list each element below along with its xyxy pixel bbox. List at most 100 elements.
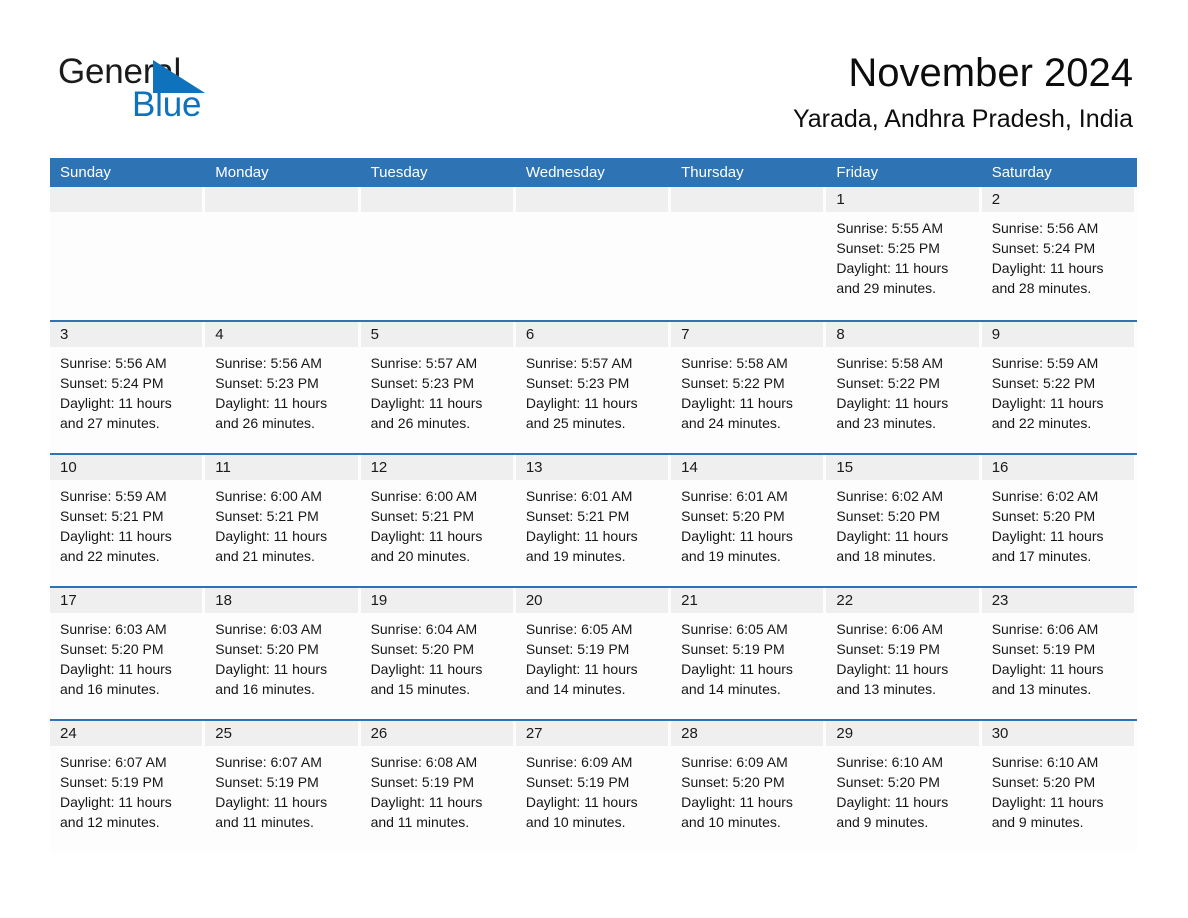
sunset-time: Sunset: 5:20 PM bbox=[991, 508, 1096, 524]
day-cell-30[interactable]: 30 Sunrise: 6:10 AM Sunset: 5:20 PM Dayligh… bbox=[981, 721, 1137, 852]
day-cell-empty bbox=[205, 187, 361, 320]
day-details: Sunrise: 6:10 AM Sunset: 5:20 PM Daylight:… bbox=[982, 746, 1134, 832]
sunset-time: Sunset: 5:19 PM bbox=[525, 774, 630, 790]
daylight-duration-line-2: and 22 minutes. bbox=[991, 415, 1092, 431]
day-cell-4[interactable]: 4 Sunrise: 5:56 AM Sunset: 5:23 PM Daylight… bbox=[205, 322, 361, 453]
sunrise-time: Sunrise: 5:59 AM bbox=[991, 355, 1099, 371]
day-cell-29[interactable]: 29 Sunrise: 6:10 AM Sunset: 5:20 PM Dayligh… bbox=[826, 721, 982, 852]
day-cell-10[interactable]: 10 Sunrise: 5:59 AM Sunset: 5:21 PM Dayligh… bbox=[50, 455, 206, 586]
day-cell-26[interactable]: 26 Sunrise: 6:08 AM Sunset: 5:19 PM Dayligh… bbox=[360, 721, 516, 852]
day-cell-18[interactable]: 18 Sunrise: 6:03 AM Sunset: 5:20 PM Dayligh… bbox=[205, 588, 361, 719]
daylight-duration-line-2: and 17 minutes. bbox=[991, 548, 1092, 564]
sunset-time: Sunset: 5:20 PM bbox=[681, 774, 785, 790]
sunset-time: Sunset: 5:19 PM bbox=[991, 641, 1096, 657]
day-cell-23[interactable]: 23 Sunrise: 6:06 AM Sunset: 5:19 PM Dayligh… bbox=[981, 588, 1137, 719]
day-number-band: 7 bbox=[671, 322, 824, 347]
sunrise-time: Sunrise: 6:01 AM bbox=[525, 488, 633, 504]
day-number: 11 bbox=[215, 459, 231, 476]
sunset-time: Sunset: 5:19 PM bbox=[525, 641, 630, 657]
day-cell-5[interactable]: 5 Sunrise: 5:57 AM Sunset: 5:23 PM Daylight… bbox=[360, 322, 516, 453]
day-cell-2[interactable]: 2 Sunrise: 5:56 AM Sunset: 5:24 PM Daylight… bbox=[981, 187, 1137, 320]
sunset-time: Sunset: 5:20 PM bbox=[836, 774, 940, 790]
day-number: 2 bbox=[991, 191, 1001, 208]
day-cell-13[interactable]: 13 Sunrise: 6:01 AM Sunset: 5:21 PM Dayligh… bbox=[515, 455, 672, 586]
day-cell-14[interactable]: 14 Sunrise: 6:01 AM Sunset: 5:20 PM Dayligh… bbox=[671, 455, 827, 586]
day-number-band: 9 bbox=[981, 322, 1134, 347]
day-cell-21[interactable]: 21 Sunrise: 6:05 AM Sunset: 5:19 PM Dayligh… bbox=[671, 588, 827, 719]
day-cell-11[interactable]: 11 Sunrise: 6:00 AM Sunset: 5:21 PM Dayligh… bbox=[205, 455, 361, 586]
day-cell-25[interactable]: 25 Sunrise: 6:07 AM Sunset: 5:19 PM Dayligh… bbox=[205, 721, 361, 852]
brand-word-blue: Blue bbox=[132, 85, 202, 124]
day-details: Sunrise: 6:04 AM Sunset: 5:20 PM Daylight:… bbox=[361, 613, 513, 699]
weekday-header-saturday: Saturday bbox=[991, 164, 1052, 181]
daylight-duration-line-1: Daylight: 11 hours bbox=[681, 661, 793, 677]
daylight-duration-line-1: Daylight: 11 hours bbox=[525, 528, 638, 544]
day-cell-6[interactable]: 6 Sunrise: 5:57 AM Sunset: 5:23 PM Daylight… bbox=[515, 322, 672, 453]
daylight-duration-line-1: Daylight: 11 hours bbox=[370, 794, 483, 810]
day-cell-16[interactable]: 16 Sunrise: 6:02 AM Sunset: 5:20 PM Dayligh… bbox=[981, 455, 1137, 586]
daylight-duration-line-1: Daylight: 11 hours bbox=[681, 395, 793, 411]
day-details: Sunrise: 6:02 AM Sunset: 5:20 PM Daylight:… bbox=[826, 480, 978, 566]
sunset-time: Sunset: 5:22 PM bbox=[991, 375, 1096, 391]
calendar-body: 1 Sunrise: 5:55 AM Sunset: 5:25 PM Daylight… bbox=[50, 187, 1137, 852]
daylight-duration-line-1: Daylight: 11 hours bbox=[836, 395, 949, 411]
day-cell-12[interactable]: 12 Sunrise: 6:00 AM Sunset: 5:21 PM Dayligh… bbox=[360, 455, 516, 586]
day-number-band: 12 bbox=[360, 455, 513, 480]
day-number-band: 14 bbox=[671, 455, 824, 480]
day-number: 24 bbox=[60, 725, 77, 742]
sunrise-time: Sunrise: 6:06 AM bbox=[991, 621, 1099, 637]
day-cell-22[interactable]: 22 Sunrise: 6:06 AM Sunset: 5:19 PM Dayligh… bbox=[826, 588, 982, 719]
daylight-duration-line-1: Daylight: 11 hours bbox=[370, 528, 483, 544]
day-cell-27[interactable]: 27 Sunrise: 6:09 AM Sunset: 5:19 PM Dayligh… bbox=[515, 721, 672, 852]
sunrise-time: Sunrise: 6:08 AM bbox=[370, 754, 478, 770]
day-cell-3[interactable]: 3 Sunrise: 5:56 AM Sunset: 5:24 PM Daylight… bbox=[50, 322, 206, 453]
day-cell-7[interactable]: 7 Sunrise: 5:58 AM Sunset: 5:22 PM Daylight… bbox=[671, 322, 827, 453]
day-cell-17[interactable]: 17 Sunrise: 6:03 AM Sunset: 5:20 PM Dayligh… bbox=[50, 588, 206, 719]
calendar-table: Sunday Monday Tuesday Wednesday Thursday Frid… bbox=[50, 158, 1137, 852]
calendar-week-row: 10 Sunrise: 5:59 AM Sunset: 5:21 PM Dayligh… bbox=[50, 453, 1137, 586]
day-cell-24[interactable]: 24 Sunrise: 6:07 AM Sunset: 5:19 PM Dayligh… bbox=[50, 721, 206, 852]
daylight-duration-line-1: Daylight: 11 hours bbox=[836, 661, 949, 677]
sunset-time: Sunset: 5:25 PM bbox=[836, 240, 940, 256]
day-cell-15[interactable]: 15 Sunrise: 6:02 AM Sunset: 5:20 PM Dayligh… bbox=[826, 455, 982, 586]
day-details: Sunrise: 6:03 AM Sunset: 5:20 PM Daylight:… bbox=[50, 613, 202, 699]
day-number-band: 15 bbox=[826, 455, 979, 480]
day-details: Sunrise: 6:09 AM Sunset: 5:20 PM Daylight:… bbox=[671, 746, 823, 832]
day-number-band: 29 bbox=[826, 721, 979, 746]
day-number: 6 bbox=[525, 326, 535, 343]
day-number-band: 30 bbox=[981, 721, 1134, 746]
day-cell-8[interactable]: 8 Sunrise: 5:58 AM Sunset: 5:22 PM Daylight… bbox=[826, 322, 982, 453]
day-number-band: 16 bbox=[981, 455, 1134, 480]
day-number: 16 bbox=[991, 459, 1009, 476]
sunrise-time: Sunrise: 6:07 AM bbox=[215, 754, 322, 770]
daylight-duration-line-1: Daylight: 11 hours bbox=[836, 528, 949, 544]
day-number-band: 17 bbox=[50, 588, 203, 613]
day-number-band: 3 bbox=[50, 322, 203, 347]
day-details: Sunrise: 6:07 AM Sunset: 5:19 PM Daylight:… bbox=[50, 746, 202, 832]
weekday-header-tuesday: Tuesday bbox=[370, 164, 428, 181]
day-number-band: 6 bbox=[515, 322, 669, 347]
daylight-duration-line-1: Daylight: 11 hours bbox=[60, 661, 172, 677]
daylight-duration-line-2: and 16 minutes. bbox=[60, 681, 160, 697]
page-title: November 2024 bbox=[848, 51, 1133, 95]
sunrise-time: Sunrise: 6:02 AM bbox=[991, 488, 1099, 504]
sunrise-time: Sunrise: 6:00 AM bbox=[215, 488, 322, 504]
calendar-week-row: 17 Sunrise: 6:03 AM Sunset: 5:20 PM Dayligh… bbox=[50, 586, 1137, 719]
weekday-header-row: Sunday Monday Tuesday Wednesday Thursday Frid… bbox=[50, 158, 1137, 187]
sunrise-time: Sunrise: 5:55 AM bbox=[836, 220, 944, 236]
sunrise-time: Sunrise: 6:04 AM bbox=[370, 621, 478, 637]
day-number-band: 18 bbox=[205, 588, 358, 613]
day-cell-28[interactable]: 28 Sunrise: 6:09 AM Sunset: 5:20 PM Dayligh… bbox=[671, 721, 827, 852]
day-number: 7 bbox=[681, 326, 690, 343]
day-number: 15 bbox=[836, 459, 854, 476]
day-cell-19[interactable]: 19 Sunrise: 6:04 AM Sunset: 5:20 PM Dayligh… bbox=[360, 588, 516, 719]
sunrise-time: Sunrise: 6:09 AM bbox=[681, 754, 788, 770]
sunset-time: Sunset: 5:19 PM bbox=[836, 641, 940, 657]
day-cell-1[interactable]: 1 Sunrise: 5:55 AM Sunset: 5:25 PM Daylight… bbox=[826, 187, 982, 320]
calendar-week-row: 24 Sunrise: 6:07 AM Sunset: 5:19 PM Dayligh… bbox=[50, 719, 1137, 852]
day-cell-20[interactable]: 20 Sunrise: 6:05 AM Sunset: 5:19 PM Dayligh… bbox=[515, 588, 672, 719]
daylight-duration-line-2: and 22 minutes. bbox=[60, 548, 160, 564]
daylight-duration-line-1: Daylight: 11 hours bbox=[991, 661, 1104, 677]
day-cell-9[interactable]: 9 Sunrise: 5:59 AM Sunset: 5:22 PM Daylight… bbox=[981, 322, 1137, 453]
day-details: Sunrise: 5:57 AM Sunset: 5:23 PM Daylight:… bbox=[361, 347, 513, 433]
